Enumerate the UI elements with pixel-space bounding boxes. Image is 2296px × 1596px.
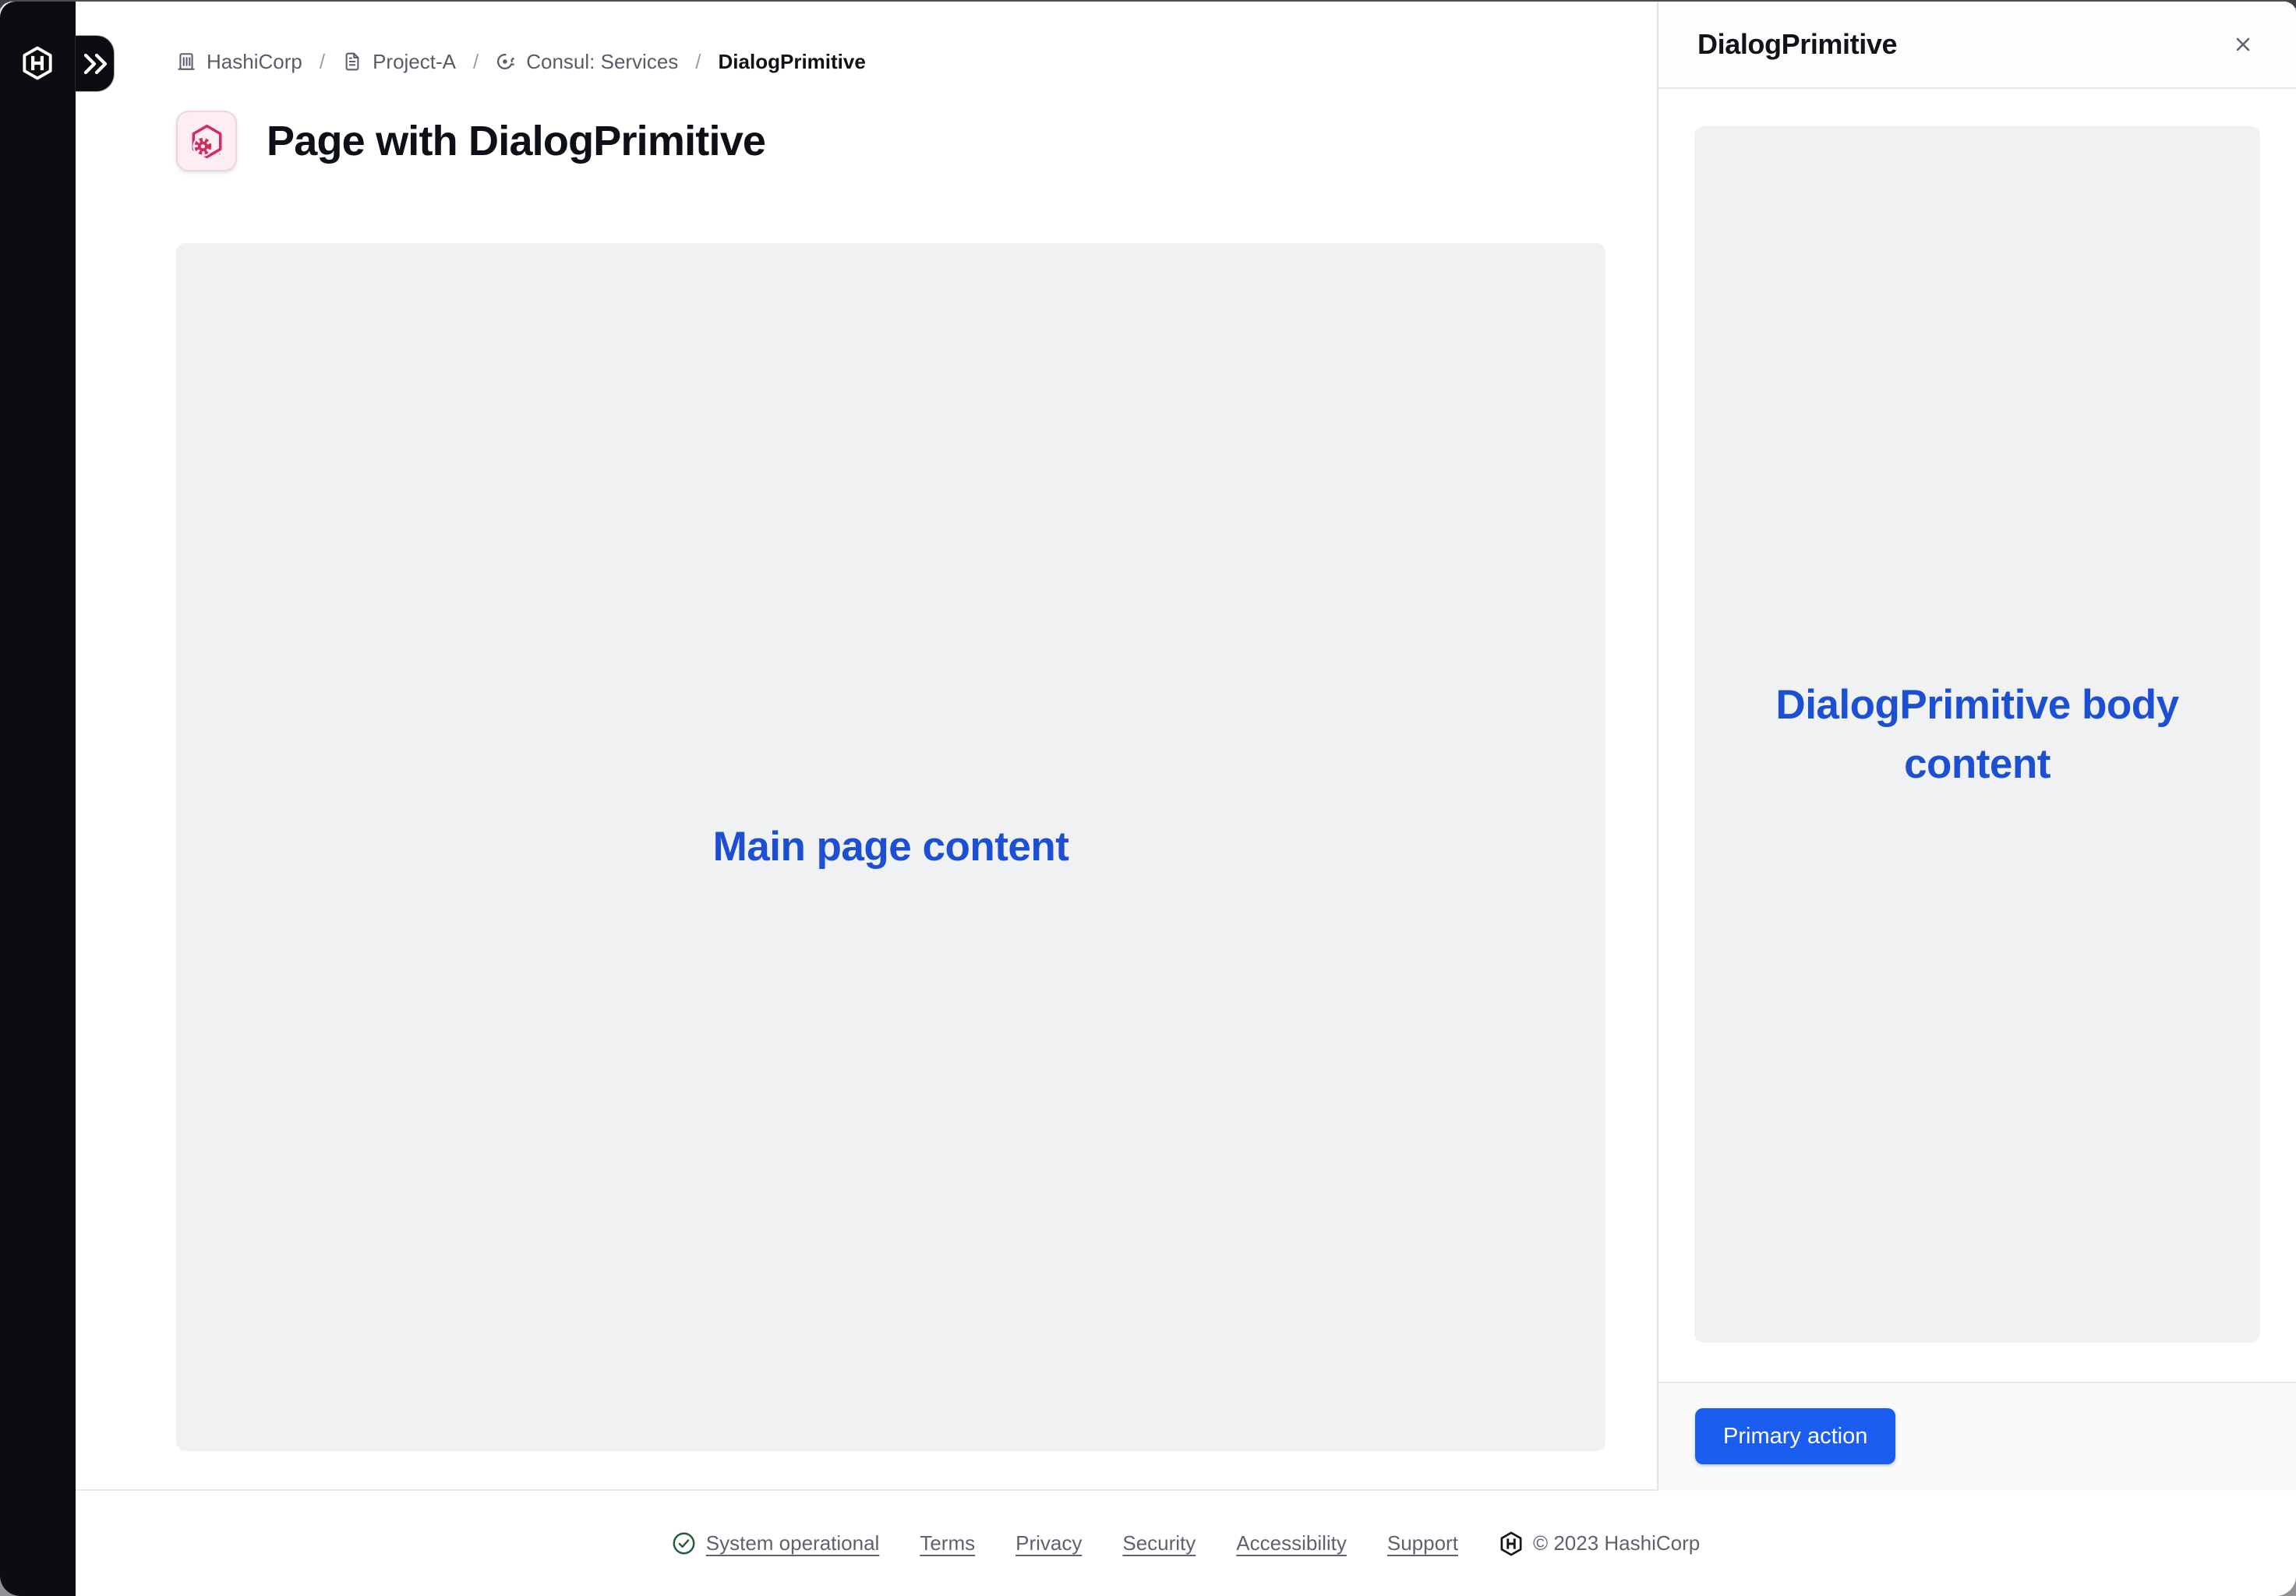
page-title: Page with DialogPrimitive (267, 117, 765, 165)
sidebar (0, 2, 76, 1596)
breadcrumb-item-consul-services[interactable]: Consul: Services (496, 50, 678, 74)
footer-link-terms[interactable]: Terms (920, 1531, 975, 1555)
main-placeholder-text: Main page content (713, 817, 1069, 876)
dialog-title: DialogPrimitive (1697, 28, 1897, 61)
consul-icon (496, 51, 516, 72)
primary-action-button[interactable]: Primary action (1695, 1408, 1895, 1464)
breadcrumb-label: Project-A (373, 50, 456, 74)
breadcrumb-separator: / (695, 50, 701, 74)
dialog-placeholder-box: DialogPrimitive body content (1694, 126, 2260, 1343)
breadcrumb-item-current: DialogPrimitive (719, 50, 866, 74)
file-text-icon (342, 51, 362, 72)
system-status-label: System operational (706, 1531, 880, 1555)
footer-link-security[interactable]: Security (1122, 1531, 1196, 1555)
dialog-body: DialogPrimitive body content (1658, 89, 2296, 1382)
dialog-placeholder-text: DialogPrimitive body content (1749, 676, 2206, 793)
breadcrumb-separator: / (320, 50, 325, 74)
footer-brand: © 2023 HashiCorp (1499, 1531, 1700, 1556)
hashicorp-logo-icon[interactable] (20, 45, 55, 81)
org-building-icon (176, 51, 196, 72)
footer-link-privacy[interactable]: Privacy (1016, 1531, 1082, 1555)
breadcrumb-item-project-a[interactable]: Project-A (342, 50, 456, 74)
breadcrumb-label: HashiCorp (207, 50, 302, 74)
app-window: HashiCorp / Project-A / (0, 0, 2296, 1596)
app-footer: System operational Terms Privacy Securit… (76, 1489, 2296, 1596)
hashicorp-logo-icon (1499, 1531, 1524, 1556)
sidebar-expand-button[interactable] (76, 36, 114, 91)
close-button[interactable] (2221, 23, 2265, 66)
page-header: Page with DialogPrimitive (176, 111, 1605, 171)
main-placeholder-box: Main page content (176, 243, 1605, 1451)
copyright-text: © 2023 HashiCorp (1533, 1531, 1700, 1555)
double-chevron-right-icon (81, 52, 109, 76)
breadcrumb: HashiCorp / Project-A / (176, 48, 1605, 75)
hexagon-gear-icon (176, 111, 237, 171)
main-content-area: HashiCorp / Project-A / (76, 2, 1657, 1491)
dialog-actions: Primary action (1658, 1382, 2296, 1491)
dialog-header: DialogPrimitive (1658, 2, 2296, 89)
dialog-primitive-panel: DialogPrimitive DialogPrimitive body con… (1657, 2, 2296, 1491)
check-circle-icon (672, 1531, 696, 1555)
footer-link-support[interactable]: Support (1387, 1531, 1458, 1555)
breadcrumb-label: Consul: Services (526, 50, 678, 74)
close-icon (2231, 33, 2255, 56)
footer-link-accessibility[interactable]: Accessibility (1236, 1531, 1347, 1555)
breadcrumb-separator: / (473, 50, 479, 74)
system-status-link[interactable]: System operational (672, 1531, 880, 1555)
breadcrumb-item-hashicorp[interactable]: HashiCorp (176, 50, 302, 74)
